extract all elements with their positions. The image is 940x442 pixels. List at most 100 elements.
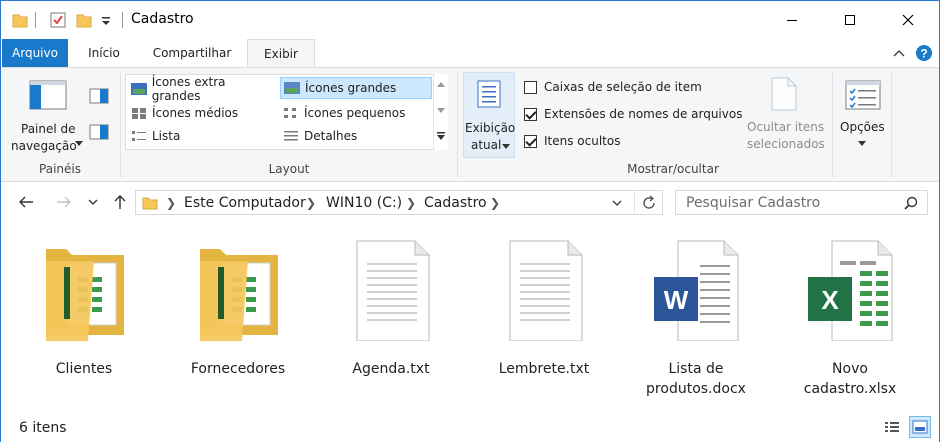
navigation-bar: ❯ Este Computador ❯ WIN10 (C:) ❯ Cadastr… — [1, 183, 939, 221]
navigation-pane-icon — [29, 80, 67, 110]
tab-arquivo[interactable]: Arquivo — [2, 39, 68, 67]
maximize-button[interactable] — [827, 1, 873, 38]
forward-button[interactable] — [53, 191, 75, 213]
options-button[interactable]: Opções — [840, 120, 885, 134]
file-name-line1: Novo — [832, 361, 868, 377]
file-name: Novo cadastro.xlsx — [785, 359, 915, 399]
navigation-pane-button-line2[interactable]: navegação — [11, 139, 77, 153]
layout-item-label: Ícones pequenos — [304, 106, 406, 120]
hide-selected-button[interactable]: Ocultar itens — [747, 120, 824, 134]
minimize-icon — [787, 19, 797, 21]
customize-quick-access-icon[interactable] — [99, 11, 113, 29]
layout-large-icons[interactable]: Ícones grandes — [280, 77, 432, 99]
new-folder-icon[interactable] — [75, 11, 93, 29]
current-view-icon — [477, 80, 501, 108]
chevron-right-icon[interactable]: ❯ — [490, 196, 500, 210]
details-view-button[interactable] — [881, 416, 903, 438]
file-name: Lista de produtos.docx — [631, 359, 761, 399]
navigation-pane-button[interactable]: Painel de — [21, 122, 76, 136]
file-item-agenda[interactable]: Agenda.txt — [326, 239, 456, 379]
extra-large-icons-icon — [131, 83, 147, 95]
current-view-label-line2: atual — [471, 138, 502, 152]
layout-item-label: Lista — [152, 129, 181, 143]
item-checkboxes-label: Caixas de seleção de item — [544, 80, 702, 94]
hide-selected-button-line2[interactable]: selecionados — [747, 137, 825, 151]
breadcrumb-win10[interactable]: WIN10 (C:) — [326, 195, 402, 211]
chevron-right-icon[interactable]: ❯ — [406, 196, 416, 210]
layout-list[interactable]: Lista — [128, 125, 276, 147]
preview-pane-icon[interactable] — [89, 88, 109, 104]
file-item-lembrete[interactable]: Lembrete.txt — [479, 239, 609, 379]
chevron-right-icon[interactable]: ❯ — [306, 196, 316, 210]
minimize-ribbon-icon[interactable] — [893, 48, 905, 58]
properties-icon[interactable] — [49, 11, 67, 29]
medium-icons-icon — [132, 108, 146, 119]
svg-text:?: ? — [920, 47, 927, 61]
layout-details[interactable]: Detalhes — [280, 125, 432, 147]
chevron-right-icon[interactable]: ❯ — [166, 196, 176, 210]
file-name: Fornecedores — [190, 361, 286, 377]
help-icon[interactable]: ? — [915, 44, 933, 62]
back-arrow-icon — [19, 196, 33, 208]
breadcrumb-este-computador[interactable]: Este Computador — [184, 195, 306, 211]
group-divider — [457, 72, 458, 178]
word-document-icon: W — [654, 240, 739, 342]
item-checkboxes-checkbox[interactable] — [524, 81, 537, 94]
file-name-line2: produtos.docx — [646, 381, 746, 397]
divider — [122, 12, 123, 28]
file-item-lista-de-produtos[interactable]: W Lista de produtos.docx — [631, 239, 761, 399]
hidden-items-checkbox[interactable] — [524, 135, 537, 148]
layout-medium-icons[interactable]: Ícones médios — [128, 102, 276, 124]
file-item-clientes[interactable]: Clientes — [19, 239, 149, 379]
explorer-window: Cadastro Arquivo Início Compartilhar Exi… — [0, 0, 940, 442]
hidden-items-label: Itens ocultos — [544, 134, 621, 148]
layout-item-label: Ícones extra grandes — [151, 75, 226, 103]
details-pane-icon[interactable] — [89, 124, 109, 140]
scroll-down-icon[interactable] — [437, 108, 445, 114]
layout-item-label: Ícones grandes — [305, 81, 397, 95]
svg-text:W: W — [664, 285, 689, 315]
tab-inicio[interactable]: Início — [79, 39, 129, 67]
breadcrumb-cadastro[interactable]: Cadastro — [424, 195, 487, 211]
layout-small-icons[interactable]: Ícones pequenos — [280, 102, 432, 124]
search-icon[interactable] — [904, 196, 918, 210]
large-icons-view-button[interactable] — [909, 416, 931, 438]
chevron-down-icon[interactable] — [612, 200, 622, 206]
layout-extra-large-icons[interactable]: Ícones extra grandes — [128, 75, 276, 103]
layout-gallery: Ícones extra grandes Ícones grandes Ícon… — [125, 74, 448, 150]
up-button[interactable] — [109, 191, 131, 213]
large-icons-icon — [284, 82, 300, 94]
chevron-down-icon — [858, 141, 866, 146]
file-name: Agenda.txt — [352, 361, 430, 377]
minimize-button[interactable] — [769, 1, 815, 38]
search-input[interactable]: Pesquisar Cadastro — [686, 195, 820, 211]
hide-selected-items-icon — [771, 77, 797, 111]
file-extensions-checkbox[interactable] — [524, 108, 537, 121]
file-name: Lembrete.txt — [498, 361, 590, 377]
title-bar: Cadastro — [1, 1, 939, 38]
refresh-icon[interactable] — [641, 195, 657, 211]
back-button[interactable] — [15, 191, 37, 213]
maximize-icon — [845, 14, 855, 25]
scroll-up-icon[interactable] — [437, 82, 445, 88]
recent-locations-button[interactable] — [85, 191, 101, 213]
group-label-paineis: Painéis — [39, 162, 81, 176]
address-bar[interactable]: ❯ Este Computador ❯ WIN10 (C:) ❯ Cadastr… — [135, 190, 663, 215]
svg-text:X: X — [821, 285, 839, 315]
close-button[interactable] — [885, 1, 931, 38]
layout-item-label: Detalhes — [304, 129, 358, 143]
file-item-novo-cadastro[interactable]: X Novo cadastro.xlsx — [785, 239, 915, 399]
tab-compartilhar[interactable]: Compartilhar — [143, 39, 241, 67]
window-title: Cadastro — [131, 11, 194, 27]
tab-exibir[interactable]: Exibir — [247, 39, 315, 68]
current-view-button[interactable]: Exibição atual — [463, 72, 515, 158]
group-label-layout: Layout — [268, 162, 310, 176]
file-extensions-label: Extensões de nomes de arquivos — [544, 107, 743, 121]
search-box[interactable]: Pesquisar Cadastro — [675, 190, 928, 215]
details-view-icon — [284, 131, 298, 141]
file-item-fornecedores[interactable]: Fornecedores — [173, 239, 303, 379]
expand-gallery-icon[interactable] — [437, 132, 445, 141]
layout-gallery-scroll[interactable] — [433, 74, 448, 150]
layout-item-label: Ícones médios — [152, 106, 239, 120]
up-arrow-icon — [114, 195, 126, 209]
